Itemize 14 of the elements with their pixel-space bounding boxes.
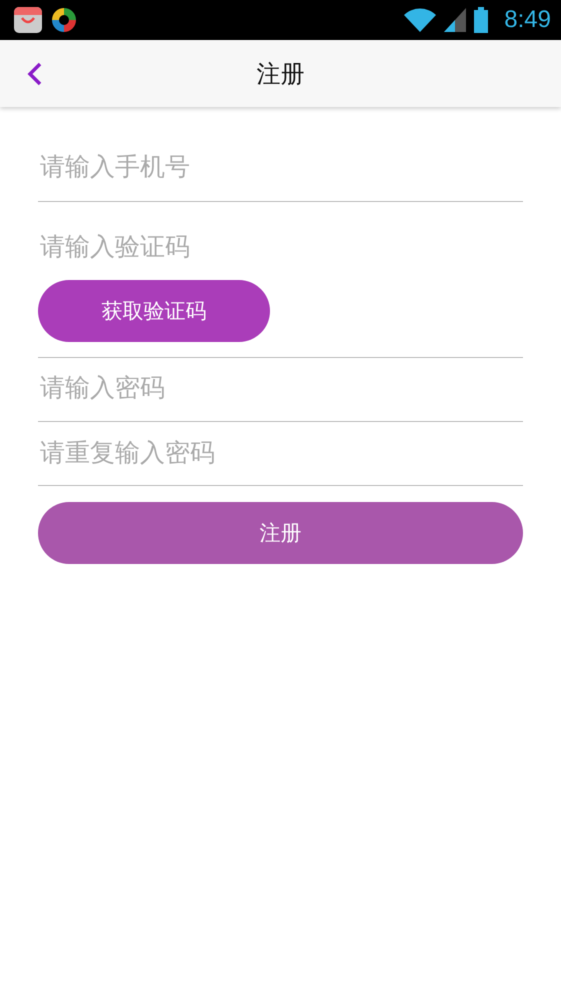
input-field[interactable]: 请输入手机号: [38, 142, 527, 192]
shopping-bag-icon: [13, 6, 43, 34]
colorful-circle-icon: [51, 7, 77, 33]
input-field[interactable]: 请重复输入密码: [38, 428, 527, 478]
register-button[interactable]: 注册: [38, 502, 523, 564]
battery-icon: [474, 7, 488, 33]
clock: 8:49: [504, 6, 551, 34]
screen-title: 注册: [256, 58, 304, 90]
back-icon[interactable]: [27, 62, 43, 86]
signal-icon: [444, 8, 466, 32]
input-field[interactable]: 请输入密码: [38, 363, 527, 413]
wifi-icon: [404, 8, 436, 32]
input-field[interactable]: 请输入验证码: [38, 222, 527, 272]
get-code-button[interactable]: 获取验证码: [38, 280, 270, 342]
